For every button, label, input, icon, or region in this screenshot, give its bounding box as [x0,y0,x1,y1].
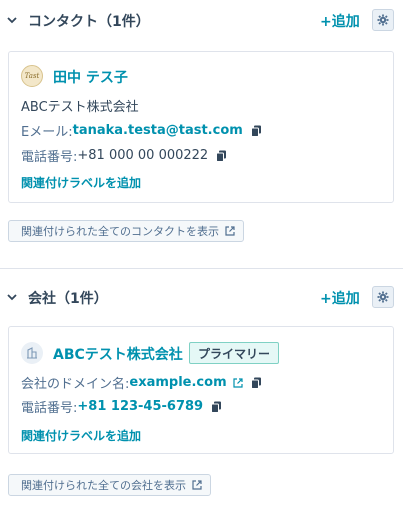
copy-icon[interactable] [250,125,262,137]
contact-card: Tast 田中 テス子 ABCテスト株式会社 Eメール: tanaka.test… [8,51,394,203]
email-label: Eメール: [21,125,73,140]
copy-icon[interactable] [250,377,262,389]
domain-label: 会社のドメイン名: [21,377,130,392]
company-domain-link[interactable]: example.com [129,375,226,390]
company-phone-link[interactable]: +81 123-45-6789 [77,399,203,414]
contacts-settings-button[interactable] [372,9,394,31]
copy-icon[interactable] [211,401,222,413]
external-link-icon [225,226,235,236]
view-all-contacts-label: 関連付けられた全てのコンタクトを表示 [21,225,219,238]
contacts-section-title[interactable]: コンタクト（1件） [28,11,150,31]
gear-icon [377,14,389,26]
external-link-icon[interactable] [233,377,243,388]
view-all-companies-label: 関連付けられた全ての会社を表示 [21,479,186,492]
view-all-contacts-button[interactable]: 関連付けられた全てのコンタクトを表示 [8,220,244,242]
contact-phone-row: 電話番号: +81 000 00 000222 [21,146,227,165]
chevron-down-icon[interactable] [6,14,18,26]
contact-email-link[interactable]: tanaka.testa@tast.com [73,123,243,138]
copy-icon[interactable] [216,150,227,162]
add-association-label-link[interactable]: 関連付けラベルを追加 [21,427,141,444]
contact-name-link[interactable]: 田中 テス子 [53,67,128,87]
company-card: ABCテスト株式会社 プライマリー 会社のドメイン名: example.com … [8,326,394,454]
company-logo [21,342,43,364]
contact-email-row: Eメール: tanaka.testa@tast.com [21,121,262,140]
phone-label: 電話番号: [21,401,78,416]
contact-company-text: ABCテスト株式会社 [21,100,139,115]
view-all-companies-button[interactable]: 関連付けられた全ての会社を表示 [8,474,211,496]
companies-section-header: 会社（1件） +追加 [0,277,403,317]
contact-avatar: Tast [21,65,43,87]
add-contact-button[interactable]: +追加 [320,11,360,31]
phone-label: 電話番号: [21,150,78,165]
contact-phone-value: +81 000 00 000222 [77,148,209,163]
section-divider [0,268,403,269]
company-name-link[interactable]: ABCテスト株式会社 [53,344,183,364]
company-phone-row: 電話番号: +81 123-45-6789 [21,397,222,416]
chevron-down-icon[interactable] [6,291,18,303]
building-icon [27,347,37,359]
contact-company: ABCテスト株式会社 [21,96,139,115]
contacts-section-header: コンタクト（1件） +追加 [0,0,403,40]
gear-icon [377,291,389,303]
companies-section-title[interactable]: 会社（1件） [28,288,108,308]
add-company-button[interactable]: +追加 [320,288,360,308]
companies-settings-button[interactable] [372,286,394,308]
company-domain-row: 会社のドメイン名: example.com [21,373,262,392]
primary-badge: プライマリー [189,342,280,364]
add-association-label-link[interactable]: 関連付けラベルを追加 [21,174,141,191]
external-link-icon [192,480,202,490]
